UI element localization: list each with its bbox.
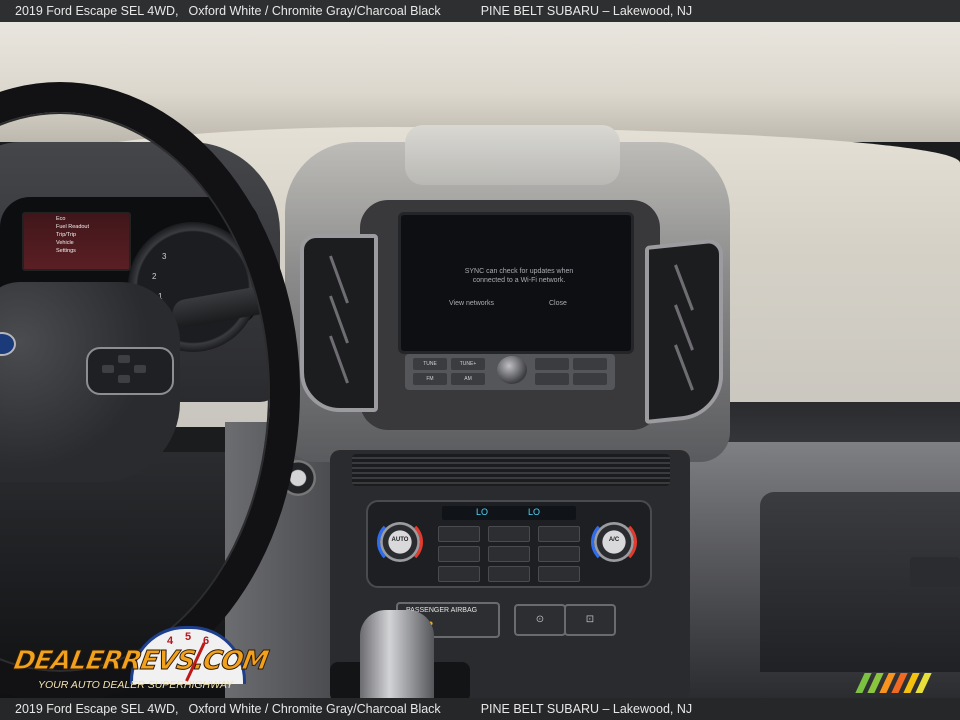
recirc-button[interactable] <box>488 526 530 542</box>
left-temp: LO <box>476 507 489 517</box>
rear-defrost-button[interactable] <box>538 526 580 542</box>
volume-knob[interactable] <box>497 356 527 384</box>
arrow-down-icon[interactable] <box>118 375 130 383</box>
steering-wheel-controls <box>86 347 174 395</box>
preset-button-3[interactable] <box>535 373 569 385</box>
ac-dial-label: A/C <box>608 537 620 543</box>
view-networks-button[interactable]: View networks <box>449 300 494 307</box>
climate-control-panel: AUTO LO LO A/C <box>366 500 652 588</box>
preset-button-1[interactable] <box>535 358 569 370</box>
radio-controls: TUNE TUNE+ FM AM <box>405 354 615 390</box>
caption-colors: Oxford White / Chromite Gray/Charcoal Bl… <box>188 4 441 18</box>
caption-colors: Oxford White / Chromite Gray/Charcoal Bl… <box>188 702 441 716</box>
right-air-vent <box>645 237 723 425</box>
arrow-right-icon[interactable] <box>134 365 146 373</box>
screen-hood <box>405 125 620 185</box>
caption-bar-bottom: 2019 Ford Escape SEL 4WD, Oxford White /… <box>0 698 960 720</box>
close-button[interactable]: Close <box>549 300 567 307</box>
tune-plus-button[interactable]: TUNE+ <box>451 358 485 370</box>
auto-dial-label: AUTO <box>391 537 409 543</box>
stripes-logo-icon <box>855 673 936 693</box>
screen-message: SYNC can check for updates when connecte… <box>464 268 574 284</box>
glovebox-handle <box>910 557 960 587</box>
gear-shifter[interactable] <box>360 610 434 698</box>
caption-vehicle: 2019 Ford Escape SEL 4WD, <box>15 702 179 716</box>
heated-seat-right-button[interactable] <box>538 566 580 582</box>
power-button[interactable] <box>438 546 480 562</box>
watermark-brand: DEALERREVS.COM <box>11 646 271 677</box>
heated-seat-left-button[interactable] <box>438 566 480 582</box>
infotainment-screen[interactable]: SYNC can check for updates when connecte… <box>398 212 634 354</box>
preset-button-2[interactable] <box>573 358 607 370</box>
preset-button-4[interactable] <box>573 373 607 385</box>
defrost-button[interactable] <box>438 526 480 542</box>
max-ac-button[interactable] <box>538 546 580 562</box>
ac-dial[interactable]: A/C <box>591 519 637 565</box>
parking-sensor-button[interactable]: ⊡ <box>564 604 616 636</box>
climate-display: LO LO <box>442 506 576 520</box>
am-button[interactable]: AM <box>451 373 485 385</box>
traction-control-button[interactable]: ⊙ <box>514 604 566 636</box>
left-air-vent <box>300 234 378 412</box>
caption-dealer: PINE BELT SUBARU – Lakewood, NJ <box>480 702 693 716</box>
tune-minus-button[interactable]: TUNE <box>413 358 447 370</box>
caption-bar-top: 2019 Ford Escape SEL 4WD, Oxford White /… <box>0 0 960 22</box>
caption-dealer: PINE BELT SUBARU – Lakewood, NJ <box>480 4 693 18</box>
dealerrevs-watermark: 4 5 6 DEALERREVS.COM YOUR AUTO DEALER SU… <box>10 624 271 696</box>
right-temp: LO <box>528 507 541 517</box>
caption-vehicle: 2019 Ford Escape SEL 4WD, <box>15 4 179 18</box>
auto-climate-dial[interactable]: AUTO <box>377 519 423 565</box>
mode-button[interactable] <box>488 566 530 582</box>
arrow-up-icon[interactable] <box>118 355 130 363</box>
interior-photo: SYNC can check for updates when connecte… <box>0 22 960 698</box>
fm-button[interactable]: FM <box>413 373 447 385</box>
speedo-number: 5 <box>185 631 192 643</box>
hvac-grille <box>352 454 670 486</box>
watermark-tagline: YOUR AUTO DEALER SUPERHIGHWAY <box>38 679 234 691</box>
arrow-left-icon[interactable] <box>102 365 114 373</box>
fan-button[interactable] <box>488 546 530 562</box>
